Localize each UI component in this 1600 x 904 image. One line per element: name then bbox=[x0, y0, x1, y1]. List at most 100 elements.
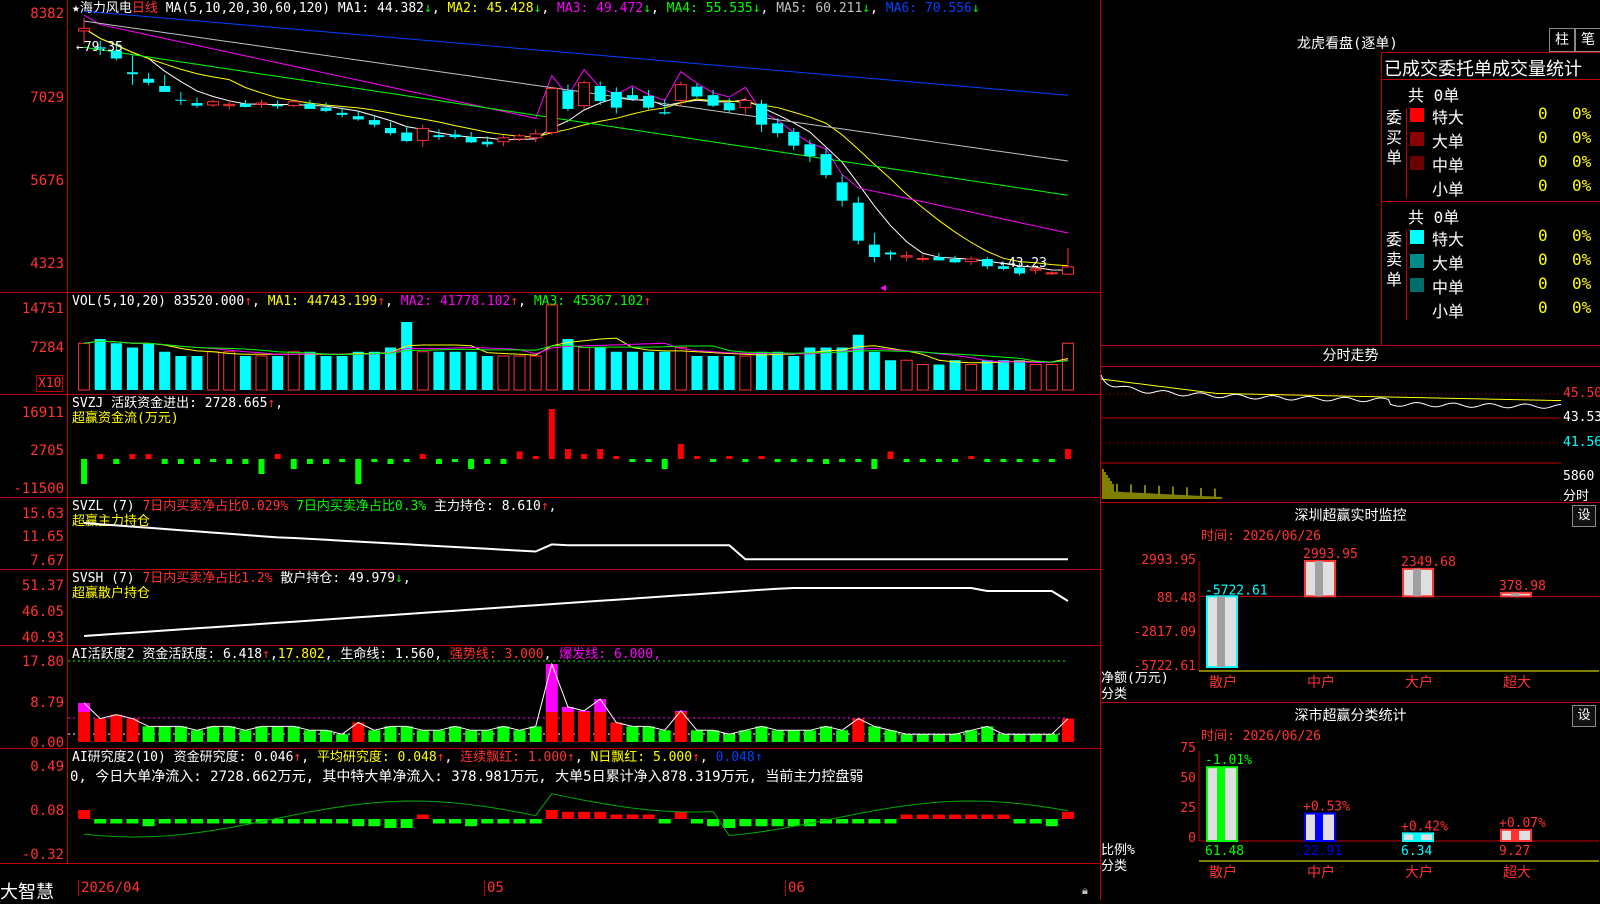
volume-pane[interactable]: 14751 7284 X10 VOL(5,10,20) 83520.000↑, … bbox=[0, 293, 1100, 395]
svzl-chart[interactable] bbox=[68, 498, 1100, 570]
volume-bar bbox=[191, 356, 203, 390]
monitor-category: 中户 bbox=[1307, 674, 1335, 691]
monitor-bar-shade bbox=[1217, 596, 1225, 667]
ai-activity-bar bbox=[578, 712, 591, 742]
volume-bar bbox=[529, 355, 542, 391]
volume-bar bbox=[287, 351, 300, 391]
classify-bar-stripe bbox=[1315, 813, 1323, 841]
volume-bar bbox=[94, 339, 106, 390]
ai-research-bar bbox=[610, 814, 623, 819]
svzl-pane[interactable]: 15.63 11.65 7.67 SVZL (7) 7日内买卖净占比0.029%… bbox=[0, 498, 1100, 570]
kline-chart[interactable] bbox=[68, 0, 1100, 293]
classify-category: 超大 bbox=[1503, 865, 1531, 881]
svsh-y-label: 40.93 bbox=[21, 630, 64, 646]
svsh-pane[interactable]: 51.37 46.05 40.93 SVSH (7) 7日内买卖净占比1.2% … bbox=[0, 570, 1100, 646]
svzj-bar bbox=[1048, 459, 1055, 462]
ai-research-bar bbox=[497, 819, 510, 824]
candle-body bbox=[78, 27, 91, 32]
buy-label: 委买单 bbox=[1382, 108, 1407, 198]
classify-value-label: 22.91 bbox=[1303, 844, 1342, 859]
ma-line bbox=[83, 27, 1068, 267]
ai-research-bar bbox=[965, 814, 978, 819]
ai-research-bar bbox=[578, 811, 591, 819]
classify-value-label: 9.27 bbox=[1499, 844, 1530, 859]
dragon-row-pct: 0% bbox=[1572, 226, 1592, 245]
kline-pane[interactable]: 8382 7029 5676 4323 ★海力风电日线 MA(5,10,20,3… bbox=[0, 0, 1100, 293]
volume-y-label: 14751 bbox=[21, 301, 64, 317]
svzj-y-label: 16911 bbox=[21, 405, 64, 421]
classify-category: 大户 bbox=[1405, 864, 1433, 881]
classify-chart[interactable]: -1.01% 61.48 散户 +0.53% 22.91 中户 +0.42% 6.34 大户 +0… bbox=[1198, 743, 1599, 901]
candle-body bbox=[416, 128, 429, 141]
ai-research-bar bbox=[465, 819, 478, 827]
monitor-settings-button[interactable]: 设 bbox=[1572, 505, 1596, 527]
ai-activity-bar bbox=[513, 730, 526, 742]
volume-bar bbox=[416, 351, 429, 391]
monitor-chart[interactable]: -5722.61 散户 2993.95 中户 2349.68 大户 378.98 超大 bbox=[1198, 543, 1599, 703]
date-axis: 大智慧 2026/04 05 06 🔒︎ bbox=[0, 864, 1100, 903]
ai-research-bar bbox=[384, 819, 397, 828]
ai-activity-pane[interactable]: 17.80 8.79 0.00 AI活跃度2 资金活跃度: 6.418↑,17.… bbox=[0, 646, 1100, 751]
ai-research-bar bbox=[110, 819, 123, 824]
ai-research-bar bbox=[1061, 811, 1074, 819]
ma-line bbox=[83, 46, 1069, 196]
dragon-row-name: 特大 bbox=[1432, 230, 1465, 249]
candle-body bbox=[433, 135, 445, 138]
candle-body bbox=[562, 90, 574, 109]
ai-research-bar bbox=[303, 819, 316, 824]
volume-bar bbox=[143, 343, 155, 390]
intraday-panel[interactable]: 分时走势 45.50 43.53 41.56 5860 分时 bbox=[1100, 345, 1600, 504]
ai-activity-bar bbox=[820, 726, 832, 742]
color-swatch-icon bbox=[1410, 278, 1424, 292]
classify-change-label: +0.42% bbox=[1401, 819, 1448, 834]
lock-icon[interactable]: 🔒︎ bbox=[1082, 884, 1088, 898]
candle-body bbox=[497, 137, 510, 143]
svzj-bar bbox=[661, 459, 668, 469]
ai-research-bar bbox=[320, 819, 332, 824]
volume-bar bbox=[449, 351, 461, 390]
classify-bar-stripe bbox=[1217, 767, 1225, 841]
svzj-pane[interactable]: 16911 2705 -11500 SVZJ 活跃资金进出: 2728.665↑… bbox=[0, 395, 1100, 498]
kline-y-axis: 8382 7029 5676 4323 bbox=[0, 0, 68, 292]
svzj-bar bbox=[806, 459, 813, 462]
candle-body bbox=[965, 258, 978, 263]
sell-label: 委卖单 bbox=[1382, 230, 1407, 320]
svzj-chart[interactable] bbox=[68, 395, 1100, 498]
volume-bar bbox=[965, 364, 978, 391]
ai-activity-bar bbox=[320, 730, 332, 742]
candle-body bbox=[255, 102, 268, 105]
ai-research-chart[interactable] bbox=[68, 749, 1100, 864]
intraday-y-label: 45.50 bbox=[1563, 386, 1600, 401]
tick-view-tab[interactable]: 笔 bbox=[1575, 28, 1600, 52]
ai-research-bar bbox=[94, 819, 107, 824]
ai-activity-bar bbox=[626, 726, 639, 742]
svzj-bar bbox=[726, 456, 733, 459]
ai-activity-bar-top bbox=[545, 664, 558, 712]
volume-bar bbox=[336, 356, 348, 390]
volume-bar bbox=[352, 351, 364, 390]
ai-activity-bar bbox=[529, 726, 542, 742]
ai-activity-bar bbox=[271, 726, 284, 742]
svzj-bar bbox=[1016, 459, 1023, 462]
dragon-panel: 龙虎看盘(逐单) 柱 笔 已成交委托单成交量统计 委买单 共 0单 特大 0 0% 大… bbox=[1100, 0, 1600, 346]
svzj-bar bbox=[177, 459, 184, 464]
ai-activity-chart[interactable] bbox=[68, 646, 1100, 749]
volume-bar bbox=[175, 356, 187, 390]
classify-change-label: +0.53% bbox=[1303, 800, 1350, 815]
candle-body bbox=[175, 99, 187, 101]
volume-chart[interactable] bbox=[68, 293, 1100, 395]
candle-body bbox=[707, 95, 719, 106]
ai-activity-bar bbox=[384, 726, 397, 742]
dragon-row: 大单 0 0% bbox=[1408, 128, 1600, 151]
intraday-chart[interactable] bbox=[1100, 367, 1562, 501]
svsh-chart[interactable] bbox=[68, 570, 1100, 646]
monitor-bar-label: -5722.61 bbox=[1205, 583, 1268, 598]
classify-settings-button[interactable]: 设 bbox=[1572, 705, 1596, 727]
ai-activity-bar bbox=[916, 734, 929, 742]
bar-view-tab[interactable]: 柱 bbox=[1549, 28, 1575, 52]
candle-body bbox=[513, 135, 526, 140]
ai-research-pane[interactable]: 0.49 0.08 -0.32 AI研究度2(10) 资金研究度: 0.046↑… bbox=[0, 749, 1100, 864]
candle-body bbox=[933, 257, 945, 261]
volume-bar bbox=[885, 360, 897, 390]
intraday-vol-label: 5860 bbox=[1563, 469, 1595, 484]
